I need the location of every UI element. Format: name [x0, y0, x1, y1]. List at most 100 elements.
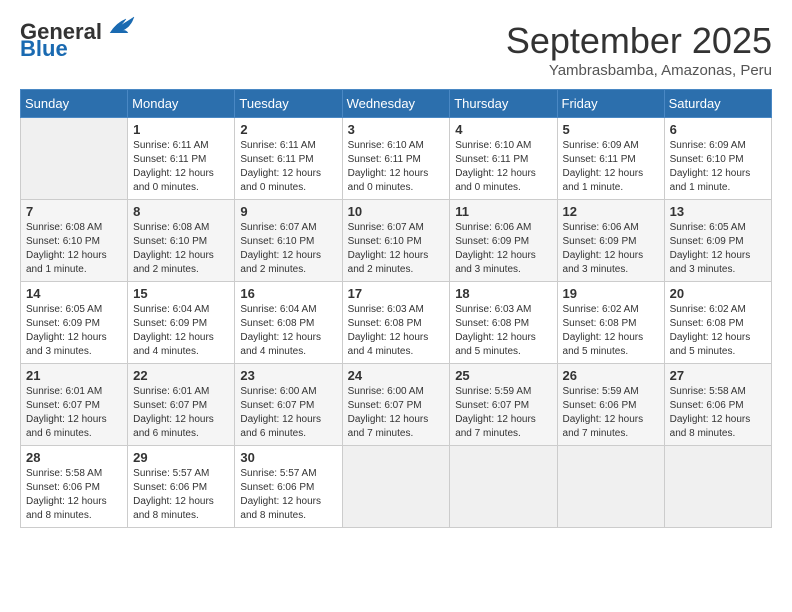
day-of-week-header: Wednesday — [342, 90, 450, 118]
calendar-cell: 1 Sunrise: 6:11 AM Sunset: 6:11 PM Daylig… — [128, 118, 235, 200]
calendar-cell: 9Sunrise: 6:07 AM Sunset: 6:10 PM Daylig… — [235, 200, 342, 282]
calendar-cell: 12 Sunrise: 6:06 AM Sunset: 6:09 PM Dayli… — [557, 200, 664, 282]
calendar-week-row: 21 Sunrise: 6:01 AM Sunset: 6:07 PM Dayli… — [21, 364, 772, 446]
day-number: 18 — [455, 286, 551, 301]
day-number: 25 — [455, 368, 551, 383]
day-info: Sunrise: 6:02 AM Sunset: 6:08 PM Dayligh… — [670, 303, 766, 359]
month-title: September 2025 — [506, 20, 772, 62]
day-info: Sunrise: 6:04 AM Sunset: 6:09 PM Dayligh… — [133, 303, 229, 359]
day-info: Sunrise: 6:11 AM Sunset: 6:11 PM Dayligh… — [133, 139, 229, 195]
calendar-cell: 21 Sunrise: 6:01 AM Sunset: 6:07 PM Dayli… — [21, 364, 128, 446]
day-info: Sunrise: 6:01 AM Sunset: 6:07 PM Dayligh… — [133, 385, 229, 441]
day-info: Sunrise: 6:09 AM Sunset: 6:11 PM Dayligh… — [563, 139, 659, 195]
calendar-cell: 5 Sunrise: 6:09 AM Sunset: 6:11 PM Daylig… — [557, 118, 664, 200]
day-number: 22 — [133, 368, 229, 383]
calendar-cell: 6 Sunrise: 6:09 AM Sunset: 6:10 PM Daylig… — [664, 118, 771, 200]
day-number: 6 — [670, 122, 766, 137]
calendar-cell: 10 Sunrise: 6:07 AM Sunset: 6:10 PM Dayli… — [342, 200, 450, 282]
day-info: Sunrise: 6:02 AM Sunset: 6:08 PM Dayligh… — [563, 303, 659, 359]
day-number: 19 — [563, 286, 659, 301]
day-of-week-header: Sunday — [21, 90, 128, 118]
day-info: Sunrise: 5:57 AM Sunset: 6:06 PM Dayligh… — [240, 467, 336, 523]
location-subtitle: Yambrasbamba, Amazonas, Peru — [506, 62, 772, 79]
day-number: 1 — [133, 122, 229, 137]
logo-blue: Blue — [20, 36, 68, 61]
day-number: 24 — [348, 368, 445, 383]
day-of-week-header: Thursday — [450, 90, 557, 118]
calendar-week-row: 1 Sunrise: 6:11 AM Sunset: 6:11 PM Daylig… — [21, 118, 772, 200]
day-number: 28 — [26, 450, 122, 465]
calendar-cell: 25Sunrise: 5:59 AM Sunset: 6:07 PM Dayli… — [450, 364, 557, 446]
day-info: Sunrise: 6:09 AM Sunset: 6:10 PM Dayligh… — [670, 139, 766, 195]
day-info: Sunrise: 5:58 AM Sunset: 6:06 PM Dayligh… — [670, 385, 766, 441]
calendar-cell — [450, 446, 557, 528]
calendar-cell: 11Sunrise: 6:06 AM Sunset: 6:09 PM Dayli… — [450, 200, 557, 282]
day-info: Sunrise: 6:03 AM Sunset: 6:08 PM Dayligh… — [455, 303, 551, 359]
day-number: 4 — [455, 122, 551, 137]
day-info: Sunrise: 6:03 AM Sunset: 6:08 PM Dayligh… — [348, 303, 445, 359]
calendar-cell: 18 Sunrise: 6:03 AM Sunset: 6:08 PM Dayli… — [450, 282, 557, 364]
day-number: 7 — [26, 204, 122, 219]
calendar-cell: 20Sunrise: 6:02 AM Sunset: 6:08 PM Dayli… — [664, 282, 771, 364]
day-number: 29 — [133, 450, 229, 465]
calendar-week-row: 14Sunrise: 6:05 AM Sunset: 6:09 PM Dayli… — [21, 282, 772, 364]
calendar-cell: 19 Sunrise: 6:02 AM Sunset: 6:08 PM Dayli… — [557, 282, 664, 364]
calendar-cell — [557, 446, 664, 528]
day-number: 17 — [348, 286, 445, 301]
calendar-week-row: 7 Sunrise: 6:08 AM Sunset: 6:10 PM Daylig… — [21, 200, 772, 282]
calendar-cell: 17 Sunrise: 6:03 AM Sunset: 6:08 PM Dayli… — [342, 282, 450, 364]
calendar-cell: 24 Sunrise: 6:00 AM Sunset: 6:07 PM Dayli… — [342, 364, 450, 446]
day-info: Sunrise: 5:57 AM Sunset: 6:06 PM Dayligh… — [133, 467, 229, 523]
day-info: Sunrise: 6:05 AM Sunset: 6:09 PM Dayligh… — [26, 303, 122, 359]
calendar-cell: 26Sunrise: 5:59 AM Sunset: 6:06 PM Dayli… — [557, 364, 664, 446]
calendar-cell: 28 Sunrise: 5:58 AM Sunset: 6:06 PM Dayli… — [21, 446, 128, 528]
calendar-cell: 22 Sunrise: 6:01 AM Sunset: 6:07 PM Dayli… — [128, 364, 235, 446]
day-number: 9 — [240, 204, 336, 219]
day-number: 3 — [348, 122, 445, 137]
day-of-week-header: Tuesday — [235, 90, 342, 118]
calendar-cell: 15 Sunrise: 6:04 AM Sunset: 6:09 PM Dayli… — [128, 282, 235, 364]
calendar-cell: 13Sunrise: 6:05 AM Sunset: 6:09 PM Dayli… — [664, 200, 771, 282]
day-number: 15 — [133, 286, 229, 301]
day-number: 30 — [240, 450, 336, 465]
day-info: Sunrise: 6:00 AM Sunset: 6:07 PM Dayligh… — [348, 385, 445, 441]
day-number: 12 — [563, 204, 659, 219]
calendar-cell: 16 Sunrise: 6:04 AM Sunset: 6:08 PM Dayli… — [235, 282, 342, 364]
calendar-cell: 8 Sunrise: 6:08 AM Sunset: 6:10 PM Daylig… — [128, 200, 235, 282]
day-info: Sunrise: 6:04 AM Sunset: 6:08 PM Dayligh… — [240, 303, 336, 359]
logo-bird-icon — [106, 15, 138, 37]
day-info: Sunrise: 6:10 AM Sunset: 6:11 PM Dayligh… — [348, 139, 445, 195]
calendar-cell — [21, 118, 128, 200]
calendar-cell: 30 Sunrise: 5:57 AM Sunset: 6:06 PM Dayli… — [235, 446, 342, 528]
day-number: 5 — [563, 122, 659, 137]
title-section: September 2025 Yambrasbamba, Amazonas, P… — [506, 20, 772, 79]
logo: General Blue — [20, 20, 138, 62]
calendar-cell — [342, 446, 450, 528]
day-number: 2 — [240, 122, 336, 137]
day-number: 27 — [670, 368, 766, 383]
day-info: Sunrise: 6:11 AM Sunset: 6:11 PM Dayligh… — [240, 139, 336, 195]
calendar-cell: 4 Sunrise: 6:10 AM Sunset: 6:11 PM Daylig… — [450, 118, 557, 200]
day-number: 16 — [240, 286, 336, 301]
calendar-cell: 27 Sunrise: 5:58 AM Sunset: 6:06 PM Dayli… — [664, 364, 771, 446]
day-number: 23 — [240, 368, 336, 383]
day-info: Sunrise: 6:07 AM Sunset: 6:10 PM Dayligh… — [348, 221, 445, 277]
day-info: Sunrise: 6:06 AM Sunset: 6:09 PM Dayligh… — [563, 221, 659, 277]
day-of-week-header: Monday — [128, 90, 235, 118]
day-number: 10 — [348, 204, 445, 219]
calendar-week-row: 28 Sunrise: 5:58 AM Sunset: 6:06 PM Dayli… — [21, 446, 772, 528]
day-number: 8 — [133, 204, 229, 219]
calendar-cell: 14Sunrise: 6:05 AM Sunset: 6:09 PM Dayli… — [21, 282, 128, 364]
calendar-cell — [664, 446, 771, 528]
day-info: Sunrise: 6:08 AM Sunset: 6:10 PM Dayligh… — [26, 221, 122, 277]
calendar-cell: 7 Sunrise: 6:08 AM Sunset: 6:10 PM Daylig… — [21, 200, 128, 282]
day-info: Sunrise: 6:08 AM Sunset: 6:10 PM Dayligh… — [133, 221, 229, 277]
day-info: Sunrise: 6:10 AM Sunset: 6:11 PM Dayligh… — [455, 139, 551, 195]
day-info: Sunrise: 5:58 AM Sunset: 6:06 PM Dayligh… — [26, 467, 122, 523]
day-of-week-header: Friday — [557, 90, 664, 118]
day-info: Sunrise: 5:59 AM Sunset: 6:06 PM Dayligh… — [563, 385, 659, 441]
day-info: Sunrise: 6:06 AM Sunset: 6:09 PM Dayligh… — [455, 221, 551, 277]
day-info: Sunrise: 6:00 AM Sunset: 6:07 PM Dayligh… — [240, 385, 336, 441]
day-number: 21 — [26, 368, 122, 383]
day-info: Sunrise: 6:01 AM Sunset: 6:07 PM Dayligh… — [26, 385, 122, 441]
